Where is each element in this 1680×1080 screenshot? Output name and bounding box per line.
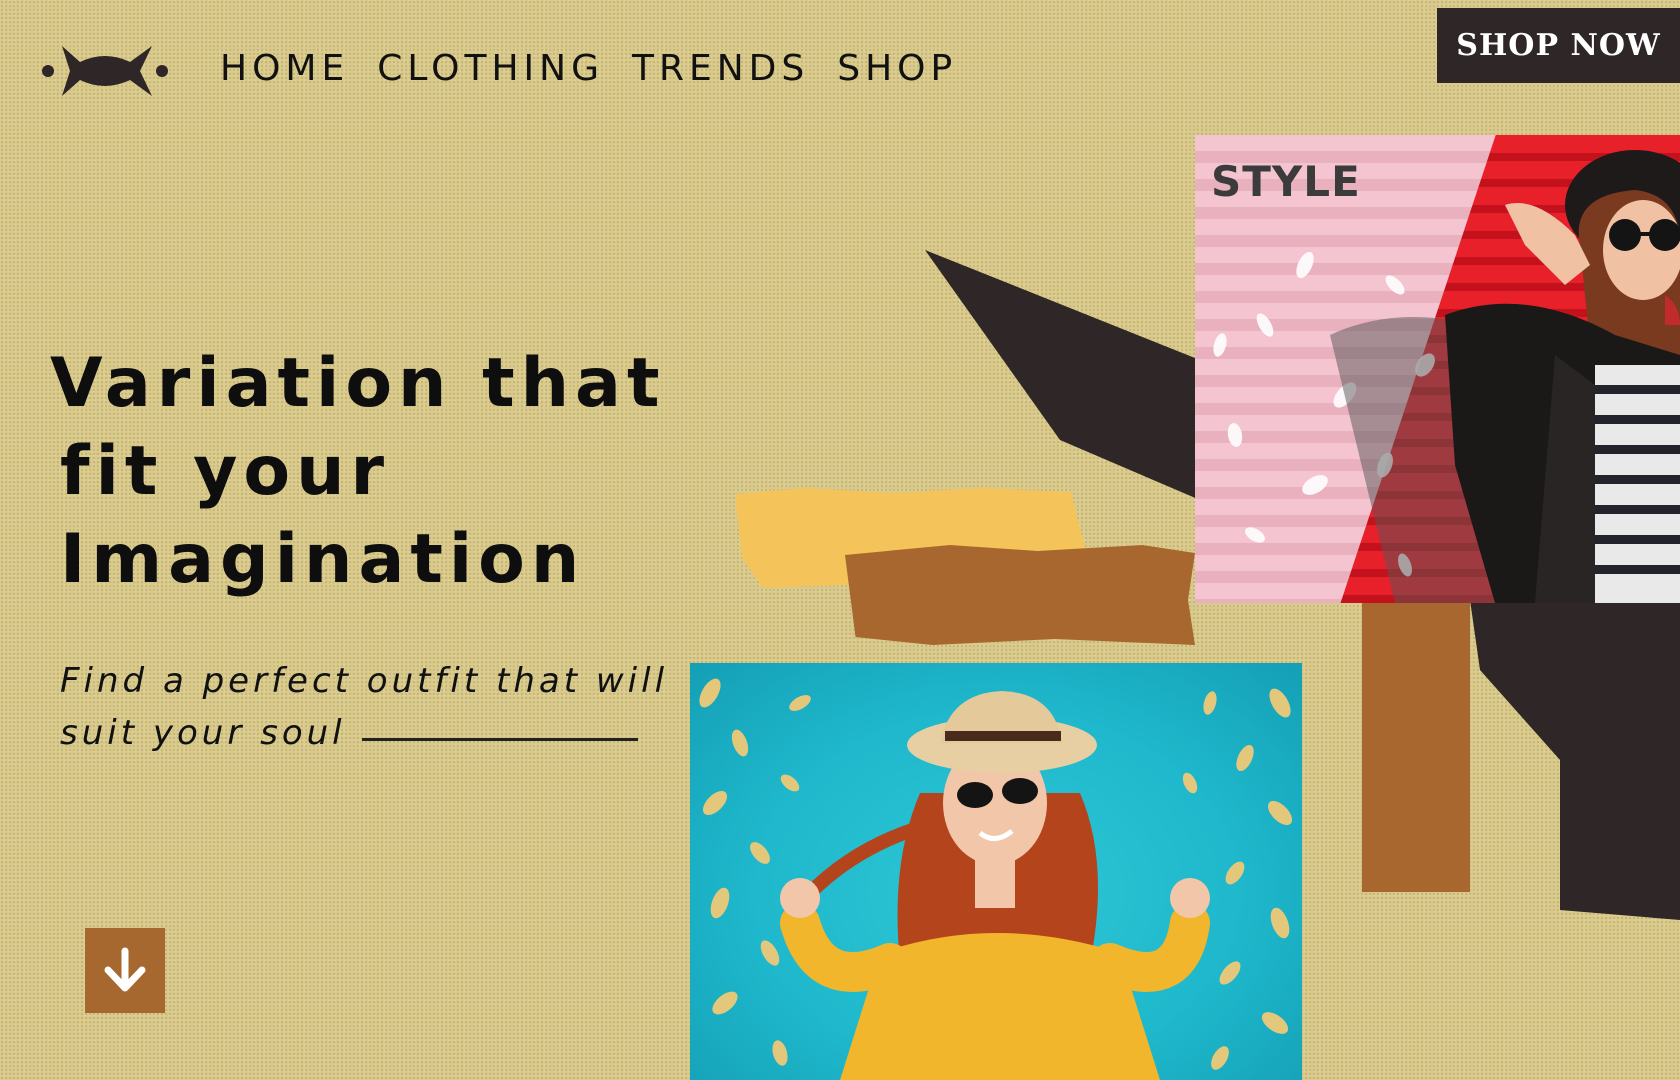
tagline-underline <box>362 738 638 741</box>
nav-shop[interactable]: SHOP <box>837 48 957 89</box>
scroll-down-button[interactable] <box>85 928 165 1013</box>
main-nav: HOME CLOTHING TRENDS SHOP <box>220 48 957 89</box>
headline-line-3: Imagination <box>60 520 586 599</box>
brown-bar-shape <box>1362 600 1470 892</box>
style-photo[interactable]: STYLE <box>1195 135 1680 603</box>
headline-line-2: fit your <box>60 432 391 511</box>
bow-logo-icon[interactable] <box>40 40 170 102</box>
woman-straw-hat-yellow-top-photo <box>699 678 1293 1080</box>
arrow-down-icon <box>104 947 146 991</box>
summer-photo[interactable] <box>690 663 1302 1080</box>
headline-line-1: Variation that <box>50 344 666 423</box>
hero-headline: Variation that fit your Imagination <box>50 340 750 604</box>
style-label: STYLE <box>1211 157 1361 206</box>
brown-paint-swatch <box>845 545 1195 645</box>
nav-clothing[interactable]: CLOTHING <box>377 48 604 89</box>
shop-now-button[interactable]: SHOP NOW <box>1437 8 1680 83</box>
nav-home[interactable]: HOME <box>220 48 349 89</box>
hero-tagline: Find a perfect outfit that will suit you… <box>60 661 669 753</box>
nav-trends[interactable]: TRENDS <box>632 48 809 89</box>
